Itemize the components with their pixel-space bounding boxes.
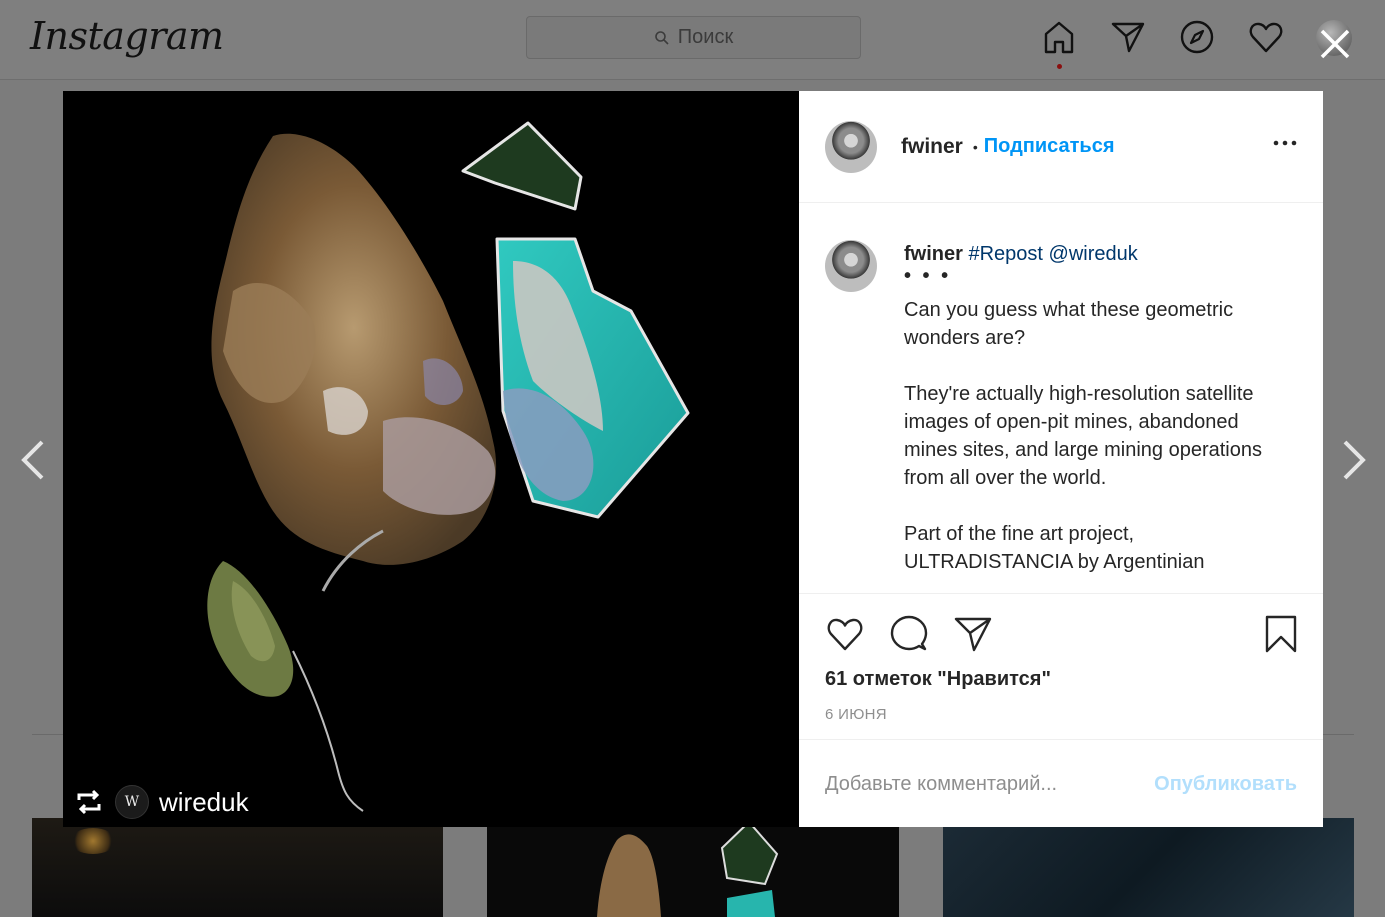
caption-paragraph: Part of the fine art project, ULTRADISTA… xyxy=(904,523,1205,573)
top-navigation-bar: Instagram Поиск xyxy=(0,0,1385,80)
home-button[interactable] xyxy=(1040,18,1078,69)
author-username[interactable]: fwiner xyxy=(901,135,963,159)
post-media[interactable]: W wireduk xyxy=(63,91,799,827)
repost-credit[interactable]: W wireduk xyxy=(73,785,249,819)
caption-area[interactable]: fwiner #Repost @wireduk • • • Can you gu… xyxy=(799,204,1323,590)
post-modal: W wireduk fwiner • Подписаться fwiner #R… xyxy=(63,91,1323,827)
thumbnail-lamp-image xyxy=(70,828,116,854)
thumbnail-mine-image xyxy=(597,820,779,917)
like-heart-icon[interactable] xyxy=(825,614,865,654)
explore-button[interactable] xyxy=(1178,18,1216,56)
separator-dot: • xyxy=(972,138,978,155)
comment-icon[interactable] xyxy=(889,614,929,654)
post-header: fwiner • Подписаться xyxy=(799,91,1323,203)
satellite-mine-image xyxy=(207,121,690,812)
share-icon[interactable] xyxy=(953,614,993,654)
grid-thumbnail[interactable] xyxy=(943,818,1354,917)
direct-button[interactable] xyxy=(1109,18,1147,56)
instagram-logo[interactable]: Instagram xyxy=(30,14,224,58)
more-options-icon[interactable] xyxy=(1273,137,1297,149)
caption-paragraph: They're actually high-resolution satelli… xyxy=(904,383,1262,489)
caption-paragraph: Can you guess what these geometric wonde… xyxy=(904,299,1234,349)
grid-thumbnail[interactable] xyxy=(32,818,443,917)
search-box[interactable]: Поиск xyxy=(526,16,861,59)
caption-hashtag[interactable]: #Repost xyxy=(968,243,1043,265)
home-icon xyxy=(1044,21,1074,54)
publish-button[interactable]: Опубликовать xyxy=(1154,773,1297,796)
bookmark-icon[interactable] xyxy=(1261,614,1301,654)
chevron-right-icon[interactable] xyxy=(1339,438,1369,482)
repost-icon xyxy=(77,789,101,815)
activity-button[interactable] xyxy=(1247,18,1285,56)
search-placeholder: Поиск xyxy=(677,26,734,48)
caption-ellipsis: • • • xyxy=(904,265,952,287)
likes-count[interactable]: 61 отметок "Нравится" xyxy=(825,668,1051,691)
action-icons xyxy=(825,614,993,654)
notification-dot xyxy=(1057,64,1062,69)
comment-form: Добавьте комментарий... Опубликовать xyxy=(799,741,1323,827)
wireduk-logo: W xyxy=(115,785,149,819)
post-actions: 61 отметок "Нравится" 6 ИЮНЯ xyxy=(799,593,1323,740)
heart-icon xyxy=(1249,22,1283,53)
caption-author-avatar[interactable] xyxy=(825,240,877,292)
grid-thumbnail[interactable] xyxy=(487,818,899,917)
close-icon[interactable] xyxy=(1315,24,1355,64)
explore-icon xyxy=(1180,20,1214,54)
caption-mention[interactable]: @wireduk xyxy=(1049,243,1138,265)
post-sidebar: fwiner • Подписаться fwiner #Repost @wir… xyxy=(799,91,1323,827)
top-nav-icons xyxy=(1040,18,1285,69)
comment-input[interactable]: Добавьте комментарий... xyxy=(825,773,1057,796)
direct-icon xyxy=(1111,22,1145,53)
caption-text: fwiner #Repost @wireduk • • • Can you gu… xyxy=(904,240,1294,576)
post-date[interactable]: 6 ИЮНЯ xyxy=(825,706,887,723)
caption-username[interactable]: fwiner xyxy=(904,243,963,265)
follow-button[interactable]: Подписаться xyxy=(984,135,1115,158)
author-avatar[interactable] xyxy=(825,120,877,173)
repost-username: wireduk xyxy=(159,786,249,817)
chevron-left-icon[interactable] xyxy=(18,438,48,482)
search-icon xyxy=(654,30,669,45)
